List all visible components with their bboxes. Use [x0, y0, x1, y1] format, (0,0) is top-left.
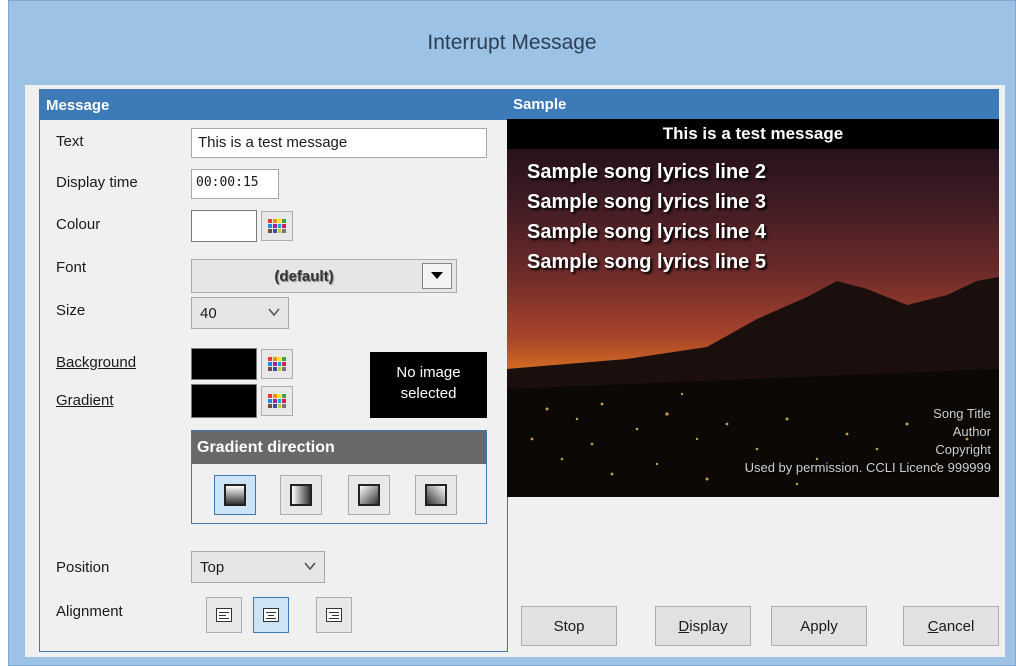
- message-panel: Message Text This is a test message Disp…: [39, 89, 508, 652]
- sample-author: Author: [952, 424, 991, 439]
- sample-message-bar: This is a test message: [507, 119, 999, 149]
- align-center-icon: [263, 608, 279, 622]
- size-select-value: 40: [200, 305, 217, 322]
- sample-copyright: Copyright: [935, 442, 991, 457]
- apply-button[interactable]: Apply: [771, 606, 867, 646]
- gradient-swatch[interactable]: [191, 384, 257, 418]
- gradient-picker-button[interactable]: [261, 386, 293, 416]
- gradient-diagonal-up-button[interactable]: [415, 475, 457, 515]
- gradient-horizontal-button[interactable]: [280, 475, 322, 515]
- background-label-text: Background: [56, 354, 137, 371]
- palette-icon: [268, 219, 286, 233]
- stop-button[interactable]: Stop: [521, 606, 617, 646]
- sample-preview: This is a test message Sample song lyric…: [507, 119, 999, 497]
- background-label: Background: [56, 354, 136, 371]
- sample-lyric-line: Sample song lyrics line 2: [527, 161, 766, 183]
- font-dropdown-button[interactable]: [422, 263, 452, 289]
- display-button[interactable]: Display: [655, 606, 751, 646]
- display-button-label: isplay: [689, 617, 728, 635]
- window-title: Interrupt Message: [427, 31, 597, 54]
- gradient-diagonal-down-icon: [358, 484, 380, 506]
- cancel-button-label: ancel: [938, 617, 975, 635]
- align-right-icon: [326, 608, 342, 622]
- gradient-diagonal-up-icon: [425, 484, 447, 506]
- sample-licence: Used by permission. CCLI Licence 999999: [744, 460, 991, 475]
- font-select[interactable]: (default): [191, 259, 457, 293]
- sample-panel: Sample This is a test message Sample son…: [507, 89, 999, 497]
- cancel-button-mnemonic: C: [927, 617, 939, 635]
- colour-picker-button[interactable]: [261, 211, 293, 241]
- sample-panel-header: Sample: [507, 89, 999, 119]
- gradient-diagonal-down-button[interactable]: [348, 475, 390, 515]
- background-image-preview[interactable]: No image selected: [370, 352, 487, 418]
- palette-icon: [268, 357, 286, 371]
- colour-label: Colour: [56, 216, 101, 233]
- cancel-button[interactable]: Cancel: [903, 606, 999, 646]
- message-text-input[interactable]: This is a test message: [191, 128, 487, 158]
- position-label: Position: [56, 559, 110, 576]
- align-left-button[interactable]: [206, 597, 242, 633]
- gradient-direction-header: Gradient direction: [192, 431, 486, 464]
- align-left-icon: [216, 608, 232, 622]
- text-label: Text: [56, 133, 84, 150]
- gradient-direction-group: Gradient direction: [191, 430, 487, 524]
- no-image-line-2: selected: [400, 385, 457, 402]
- colour-swatch[interactable]: [191, 210, 257, 242]
- gradient-label-text: Gradient: [56, 392, 114, 409]
- background-swatch[interactable]: [191, 348, 257, 380]
- chevron-down-icon: [431, 272, 443, 279]
- position-select[interactable]: Top: [191, 551, 325, 583]
- gradient-vertical-button[interactable]: [214, 475, 256, 515]
- title-bar: Interrupt Message: [9, 1, 1015, 85]
- gradient-label: Gradient: [56, 392, 114, 409]
- position-select-value: Top: [200, 559, 225, 576]
- alignment-label: Alignment: [56, 603, 123, 620]
- palette-icon: [268, 394, 286, 408]
- align-right-button[interactable]: [316, 597, 352, 633]
- sample-lyric-line: Sample song lyrics line 3: [527, 191, 766, 213]
- font-label: Font: [56, 259, 87, 276]
- display-time-label: Display time: [56, 174, 138, 191]
- chevron-down-icon: [268, 306, 280, 320]
- interrupt-message-window: Interrupt Message Message Text This is a…: [8, 0, 1016, 666]
- sample-lyric-line: Sample song lyrics line 4: [527, 221, 766, 243]
- gradient-vertical-icon: [224, 484, 246, 506]
- dialog-client-area: Message Text This is a test message Disp…: [25, 85, 1005, 657]
- sample-lyric-line: Sample song lyrics line 5: [527, 251, 766, 273]
- no-image-line-1: No image: [396, 364, 461, 381]
- background-picker-button[interactable]: [261, 349, 293, 379]
- gradient-horizontal-icon: [290, 484, 312, 506]
- align-center-button[interactable]: [253, 597, 289, 633]
- font-select-value: (default): [274, 268, 334, 285]
- size-select[interactable]: 40: [191, 297, 289, 329]
- size-label: Size: [56, 302, 86, 319]
- sample-song-title: Song Title: [933, 406, 991, 421]
- chevron-down-icon: [304, 560, 316, 574]
- message-panel-header: Message: [40, 90, 507, 120]
- display-time-input[interactable]: 00:00:15: [191, 169, 279, 199]
- display-button-mnemonic: D: [678, 617, 690, 635]
